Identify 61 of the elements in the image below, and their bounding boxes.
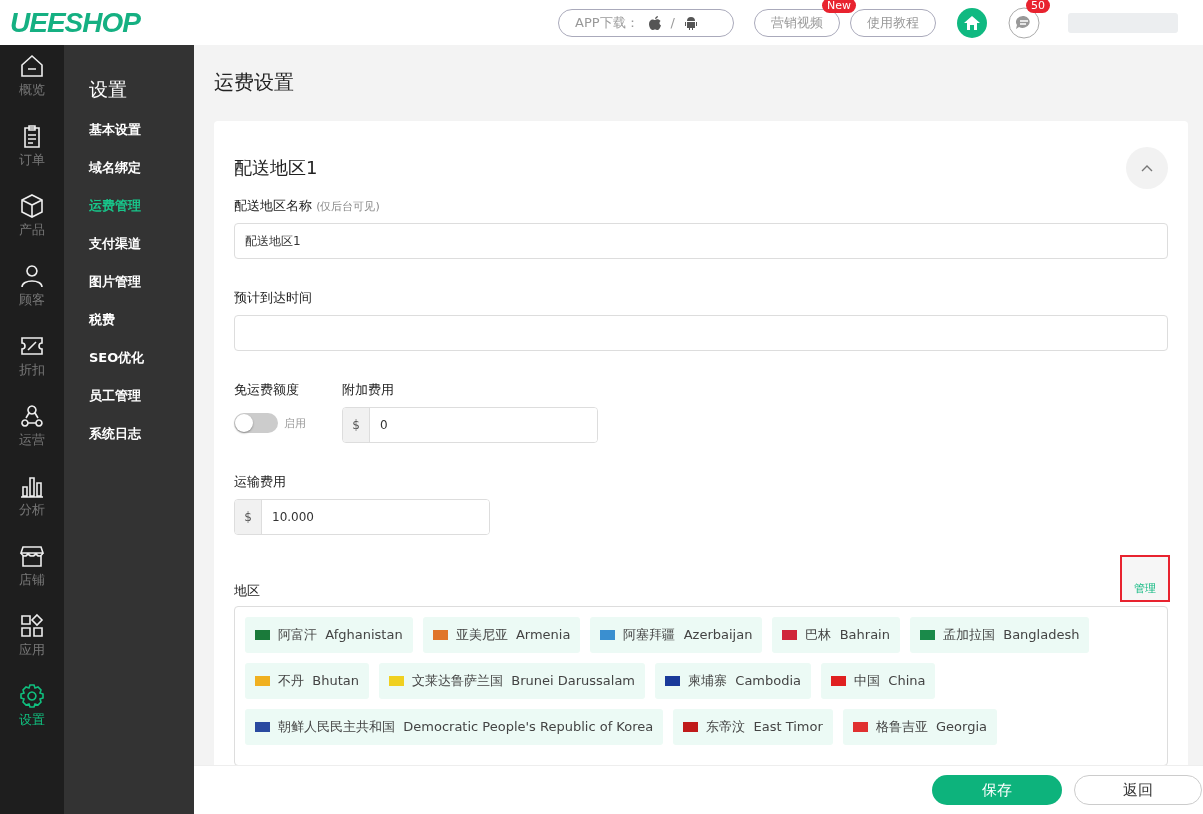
region-tag[interactable]: 柬埔寨 Cambodia <box>655 663 812 699</box>
person-icon <box>19 263 45 289</box>
new-badge: New <box>822 0 856 13</box>
region-tag[interactable]: 阿富汗 Afghanistan <box>245 617 413 653</box>
sidebar-nav-item[interactable]: 订单 <box>19 123 45 193</box>
submenu-item[interactable]: 运费管理 <box>89 197 194 235</box>
submenu-item[interactable]: SEO优化 <box>89 349 194 387</box>
region-tag[interactable]: 朝鲜人民民主共和国 Democratic People's Republic of Korea <box>245 709 664 745</box>
house-icon <box>19 53 45 79</box>
region-tag[interactable]: 不丹 Bhutan <box>245 663 369 699</box>
field-label: 预计到达时间 <box>234 289 313 307</box>
separator: / <box>670 15 675 30</box>
storefront-icon <box>19 543 45 569</box>
connected-nodes-icon <box>19 403 45 429</box>
toggle-label: 启用 <box>284 415 306 431</box>
sidebar-nav-item[interactable]: 分析 <box>19 473 45 543</box>
region-tag[interactable]: 亚美尼亚 Armenia <box>422 617 581 653</box>
submenu-item[interactable]: 域名绑定 <box>89 159 194 197</box>
sidebar-nav-item[interactable]: 店铺 <box>19 543 45 613</box>
android-icon[interactable] <box>682 14 699 31</box>
region-tag[interactable]: 中国 China <box>821 663 936 699</box>
message-count-badge: 50 <box>1026 0 1050 13</box>
field-label: 运输费用 <box>234 473 287 491</box>
arrival-time-field[interactable] <box>234 315 1168 351</box>
sidebar-nav-item[interactable]: 应用 <box>19 613 45 683</box>
app-download-label: APP下载： <box>575 13 639 32</box>
sidebar-nav-item[interactable]: 概览 <box>19 53 45 123</box>
zone-name-field[interactable]: 配送地区1 <box>234 223 1168 259</box>
field-label: 配送地区名称 (仅后台可见) <box>234 197 381 215</box>
sidebar-nav-item[interactable]: 设置 <box>19 683 45 753</box>
field-label: 附加费用 <box>342 381 395 399</box>
region-tag[interactable]: 文莱达鲁萨兰国 Brunei Darussalam <box>378 663 646 699</box>
home-icon[interactable] <box>956 6 988 39</box>
field-label: 地区 <box>234 582 260 600</box>
apple-icon[interactable] <box>646 14 663 31</box>
submenu-title: 设置 <box>89 77 128 102</box>
region-tag[interactable]: 东帝汶 East Timor <box>673 709 833 745</box>
sidebar-nav-item[interactable]: 顾客 <box>19 263 45 333</box>
zone-title: 配送地区1 <box>234 156 318 180</box>
settings-icon <box>19 683 45 709</box>
sidebar-nav-item[interactable]: 折扣 <box>19 333 45 403</box>
extra-fee-field[interactable]: $ 0 <box>342 407 598 443</box>
page-title: 运费设置 <box>214 69 295 96</box>
submenu-item[interactable]: 系统日志 <box>89 425 194 463</box>
sidebar-nav-item[interactable]: 产品 <box>19 193 45 263</box>
sidebar-nav-item[interactable]: 运营 <box>19 403 45 473</box>
region-tag[interactable]: 格鲁吉亚 Georgia <box>842 709 998 745</box>
cube-icon <box>19 193 45 219</box>
submenu-item[interactable]: 图片管理 <box>89 273 194 311</box>
region-tag[interactable]: 阿塞拜疆 Azerbaijan <box>590 617 763 653</box>
back-button[interactable]: 返回 <box>1074 775 1202 805</box>
submenu-item[interactable]: 基本设置 <box>89 121 194 159</box>
toggle-switch[interactable] <box>234 413 278 433</box>
region-tag[interactable]: 孟加拉国 Bangladesh <box>909 617 1090 653</box>
shipping-fee-field[interactable]: $ 10.000 <box>234 499 490 535</box>
submenu-item[interactable]: 支付渠道 <box>89 235 194 273</box>
submenu-item[interactable]: 税费 <box>89 311 194 349</box>
field-label: 免运费额度 <box>234 381 300 399</box>
region-tag[interactable]: 巴林 Bahrain <box>772 617 900 653</box>
app-grid-icon <box>19 613 45 639</box>
submenu-item[interactable]: 员工管理 <box>89 387 194 425</box>
